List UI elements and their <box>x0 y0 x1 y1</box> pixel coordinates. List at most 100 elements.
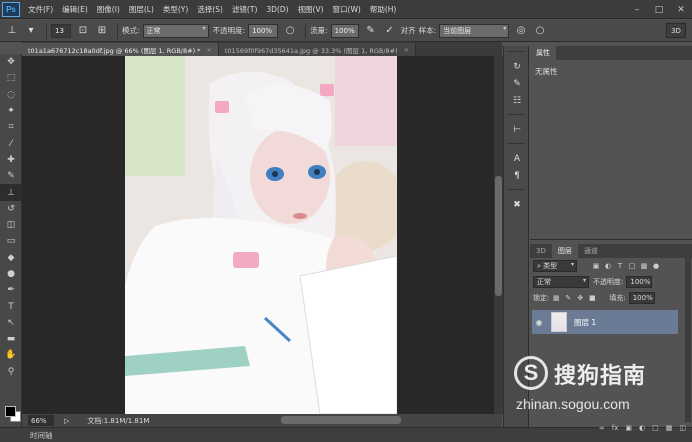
flow-input[interactable]: 100% <box>330 23 359 38</box>
lock-position-icon[interactable]: ✥ <box>575 293 585 303</box>
menu-layer[interactable]: 图层(L) <box>129 4 154 15</box>
clone-source-panel-icon[interactable]: ⊢ <box>504 121 530 138</box>
add-mask-icon[interactable]: ▣ <box>625 424 632 432</box>
toggle-brush-panel-icon[interactable]: ⊡ <box>75 23 91 39</box>
menu-edit[interactable]: 编辑(E) <box>62 4 88 15</box>
lock-image-icon[interactable]: ✎ <box>563 293 573 303</box>
sample-select[interactable]: 当前图层 ▾ <box>439 23 510 38</box>
layers-scrollbar[interactable] <box>685 258 691 422</box>
hand-tool-icon[interactable]: ✋ <box>0 347 22 363</box>
close-tab-icon[interactable]: × <box>404 46 409 54</box>
menu-view[interactable]: 视图(V) <box>298 4 324 15</box>
brush-size-picker[interactable]: 13 <box>51 23 71 38</box>
status-icon[interactable]: ▷ <box>64 417 69 425</box>
pressure-size-icon[interactable]: ○ <box>532 23 548 39</box>
shape-tool-icon[interactable]: ▬ <box>0 331 22 347</box>
filter-adjustment-icon[interactable]: ◐ <box>603 261 613 271</box>
eyedropper-tool-icon[interactable]: ⁄ <box>0 135 22 151</box>
dodge-tool-icon[interactable]: ● <box>0 266 22 282</box>
menu-type[interactable]: 类型(Y) <box>163 4 188 15</box>
filter-pixel-icon[interactable]: ▣ <box>591 261 601 271</box>
close-icon[interactable]: ✕ <box>670 0 692 19</box>
gradient-tool-icon[interactable]: ▭ <box>0 233 22 249</box>
link-layers-icon[interactable]: ∞ <box>599 424 605 432</box>
lock-all-icon[interactable]: ■ <box>587 293 597 303</box>
menu-image[interactable]: 图像(I) <box>97 4 120 15</box>
path-selection-tool-icon[interactable]: ↖ <box>0 315 22 331</box>
tab-properties[interactable]: 属性 <box>530 46 556 60</box>
options-bar: ⊥ ▾ 13 ⊡ ⊞ 模式: 正常 ▾ 不透明度: 100% ○ 流量: 100%… <box>0 20 692 42</box>
opacity-label: 不透明度: <box>212 26 246 35</box>
clone-stamp-tool-icon[interactable]: ⊥ <box>0 184 22 201</box>
visibility-eye-icon[interactable]: ◉ <box>532 318 546 327</box>
lasso-tool-icon[interactable]: ◌ <box>0 87 22 103</box>
airbrush-icon[interactable]: ✎ <box>363 23 379 39</box>
blend-mode-select[interactable]: 正常 ▾ <box>533 276 589 288</box>
dropdown-caret-icon[interactable]: ▾ <box>23 23 39 39</box>
tab-document-1[interactable]: t01a1a676712c18a0df.jpg @ 66% (图层 1, RGB… <box>22 43 219 56</box>
zoom-tool-icon[interactable]: ⚲ <box>0 364 22 380</box>
layer-filter-select[interactable]: ⌕ 类型 ▾ <box>533 260 577 272</box>
filter-toggle-icon[interactable]: ● <box>651 261 661 271</box>
history-brush-tool-icon[interactable]: ↺ <box>0 201 22 217</box>
pen-tool-icon[interactable]: ✒ <box>0 282 22 298</box>
tab-layers[interactable]: 图层 <box>551 244 578 258</box>
tab-document-2[interactable]: t01569f0f967d35641a.jpg @ 33.3% (图层 1, R… <box>218 43 417 56</box>
scroll-thumb[interactable] <box>495 176 502 296</box>
menu-select[interactable]: 选择(S) <box>197 4 223 15</box>
stamp-tool-icon[interactable]: ⊥ <box>4 23 20 39</box>
type-tool-icon[interactable]: T <box>0 298 22 314</box>
brush-panel-icon[interactable]: ✎ <box>504 75 530 92</box>
restore-icon[interactable]: □ <box>648 0 670 19</box>
blur-tool-icon[interactable]: ◆ <box>0 250 22 266</box>
menu-help[interactable]: 帮助(H) <box>370 4 397 15</box>
zoom-level-field[interactable]: 66% <box>28 415 54 426</box>
pressure-opacity-icon[interactable]: ○ <box>282 23 298 39</box>
move-tool-icon[interactable]: ✥ <box>0 54 22 70</box>
layer-style-icon[interactable]: fx <box>612 424 619 432</box>
delete-layer-icon[interactable]: ◫ <box>679 424 686 432</box>
magic-wand-tool-icon[interactable]: ✦ <box>0 103 22 119</box>
3d-mode-button[interactable]: 3D <box>666 23 686 38</box>
brush-tool-icon[interactable]: ✎ <box>0 168 22 184</box>
character-panel-icon[interactable]: A <box>504 150 530 167</box>
tab-3d[interactable]: 3D <box>530 244 552 258</box>
layer-row[interactable]: ◉ 图层 1 <box>532 310 678 334</box>
sogou-watermark: S 搜狗指南 zhinan.sogou.com <box>514 356 684 418</box>
history-panel-icon[interactable]: ↻ <box>504 58 530 75</box>
menu-3d[interactable]: 3D(D) <box>266 5 288 14</box>
menu-file[interactable]: 文件(F) <box>28 4 53 15</box>
filter-smart-object-icon[interactable]: ▩ <box>639 261 649 271</box>
tools-preset-icon[interactable]: ✖ <box>504 196 530 213</box>
healing-tool-icon[interactable]: ✚ <box>0 152 22 168</box>
menu-window[interactable]: 窗口(W) <box>333 4 361 15</box>
adjustment-layer-icon[interactable]: ◐ <box>639 424 645 432</box>
aligned-label: 对齐 <box>400 26 416 35</box>
new-layer-icon[interactable]: ▦ <box>666 424 673 432</box>
ignore-adjustment-icon[interactable]: ◎ <box>513 23 529 39</box>
new-group-icon[interactable]: □ <box>652 424 659 432</box>
menu-filter[interactable]: 滤镜(T) <box>232 4 257 15</box>
clone-source-icon[interactable]: ⊞ <box>94 23 110 39</box>
marquee-tool-icon[interactable]: ⬚ <box>0 70 22 86</box>
tab-channels[interactable]: 通道 <box>578 244 604 258</box>
lock-transparent-icon[interactable]: ▦ <box>551 293 561 303</box>
filter-shape-icon[interactable]: □ <box>627 261 637 271</box>
mode-select[interactable]: 正常 ▾ <box>142 23 209 38</box>
brush-preset-icon[interactable]: ☷ <box>504 92 530 109</box>
layer-opacity-input[interactable]: 100% <box>626 276 653 288</box>
vertical-scrollbar[interactable] <box>494 56 503 414</box>
canvas-area[interactable] <box>22 56 494 414</box>
filter-type-icon[interactable]: T <box>615 261 625 271</box>
horizontal-scrollbar[interactable] <box>281 416 401 424</box>
fill-input[interactable]: 100% <box>628 292 655 304</box>
eraser-tool-icon[interactable]: ◫ <box>0 217 22 233</box>
opacity-input[interactable]: 100% <box>248 23 279 38</box>
minimize-icon[interactable]: – <box>626 0 648 19</box>
close-tab-icon[interactable]: × <box>206 46 211 54</box>
paragraph-panel-icon[interactable]: ¶ <box>504 167 530 184</box>
aligned-checkbox[interactable]: ✓ <box>382 23 398 39</box>
crop-tool-icon[interactable]: ⌗ <box>0 119 22 135</box>
flow-label: 流量: <box>310 26 328 35</box>
foreground-color-swatch[interactable] <box>5 406 16 417</box>
